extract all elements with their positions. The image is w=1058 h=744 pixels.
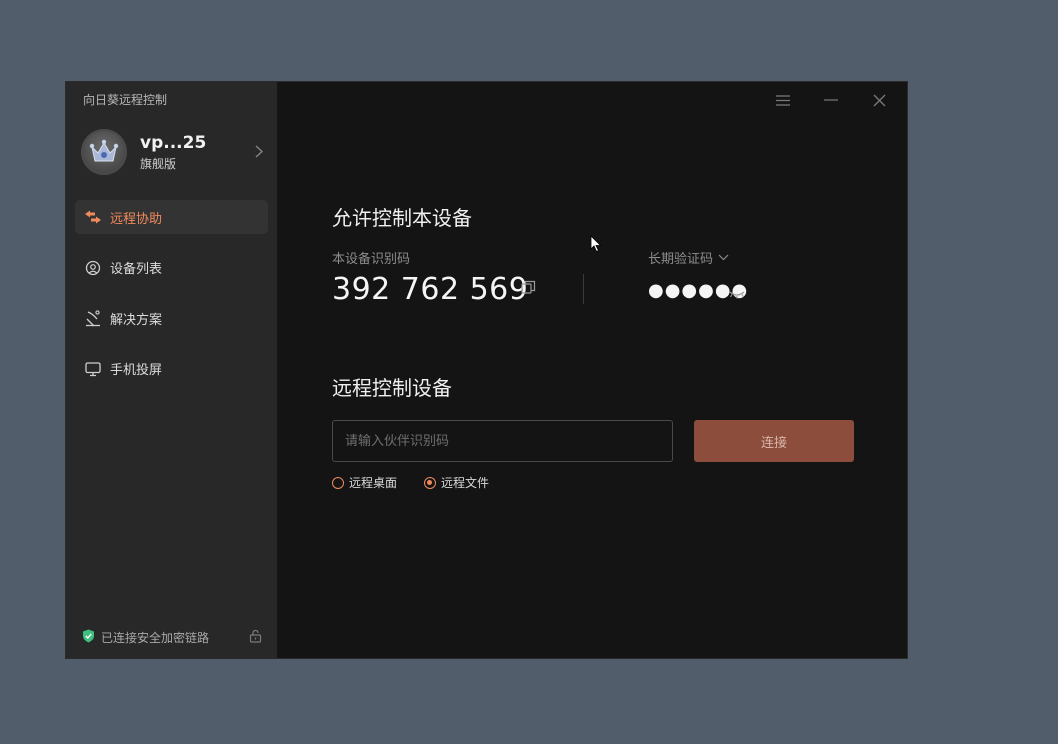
password-label: 长期验证码 [648, 252, 714, 267]
radio-remote-file[interactable]: 远程文件 [424, 474, 489, 491]
close-icon [873, 94, 885, 106]
solution-icon [84, 309, 102, 327]
close-button[interactable] [865, 90, 893, 110]
device-id: 392 762 569 [332, 272, 529, 307]
app-window: 向日葵远程控制 vp...25 旗舰版 远程协助 设备列表 解决方案 手机投屏 … [65, 81, 908, 659]
crown-icon [89, 139, 119, 162]
lock-icon[interactable] [249, 629, 262, 646]
sidebar-item-label: 设备列表 [110, 262, 163, 277]
radio-checked-icon [424, 476, 437, 489]
connect-button[interactable]: 连接 [694, 420, 854, 462]
sidebar-nav: 远程协助 设备列表 解决方案 手机投屏 [75, 200, 268, 402]
sidebar-item-label: 解决方案 [110, 312, 163, 328]
sidebar-item-device-list[interactable]: 设备列表 [75, 251, 268, 285]
copy-icon[interactable] [521, 280, 536, 299]
radio-remote-desktop[interactable]: 远程桌面 [332, 474, 397, 491]
sidebar-item-solution[interactable]: 解决方案 [75, 301, 268, 335]
minimize-icon [824, 99, 838, 101]
menu-button[interactable] [769, 90, 797, 110]
mouse-cursor-icon [590, 235, 602, 257]
menu-icon [776, 94, 790, 106]
eye-closed-icon[interactable] [729, 284, 745, 303]
app-title: 向日葵远程控制 [83, 93, 168, 107]
sidebar-item-remote-assist[interactable]: 远程协助 [75, 200, 268, 234]
security-status: 已连接安全加密链路 [82, 629, 262, 646]
radio-label: 远程文件 [441, 476, 490, 490]
avatar [81, 129, 127, 175]
allow-control-title: 允许控制本设备 [332, 206, 472, 230]
sidebar-item-screen-cast[interactable]: 手机投屏 [75, 352, 268, 386]
profile-edition: 旗舰版 [140, 156, 177, 171]
password-type-select[interactable]: 长期验证码 [648, 248, 729, 267]
profile-card[interactable]: vp...25 旗舰版 [81, 128, 267, 176]
window-controls [749, 90, 893, 110]
radio-label: 远程桌面 [349, 476, 398, 490]
sidebar-item-label: 远程协助 [110, 211, 163, 227]
device-id-label: 本设备识别码 [332, 252, 411, 267]
device-list-icon [84, 259, 102, 277]
minimize-button[interactable] [817, 90, 845, 110]
sidebar: 向日葵远程控制 vp...25 旗舰版 远程协助 设备列表 解决方案 手机投屏 … [66, 82, 277, 658]
partner-id-input[interactable] [332, 420, 673, 462]
security-status-text: 已连接安全加密链路 [101, 631, 210, 645]
chevron-down-icon [718, 254, 729, 261]
divider [583, 274, 584, 304]
profile-name: vp...25 [140, 132, 207, 153]
radio-unchecked-icon [332, 476, 344, 489]
sidebar-item-label: 手机投屏 [110, 363, 163, 378]
connection-mode-group: 远程桌面 远程文件 [332, 474, 516, 491]
shield-check-icon [82, 629, 95, 646]
remote-control-title: 远程控制设备 [332, 376, 452, 400]
remote-assist-icon [84, 208, 102, 226]
chevron-right-icon [251, 143, 267, 162]
screen-cast-icon [84, 360, 102, 378]
